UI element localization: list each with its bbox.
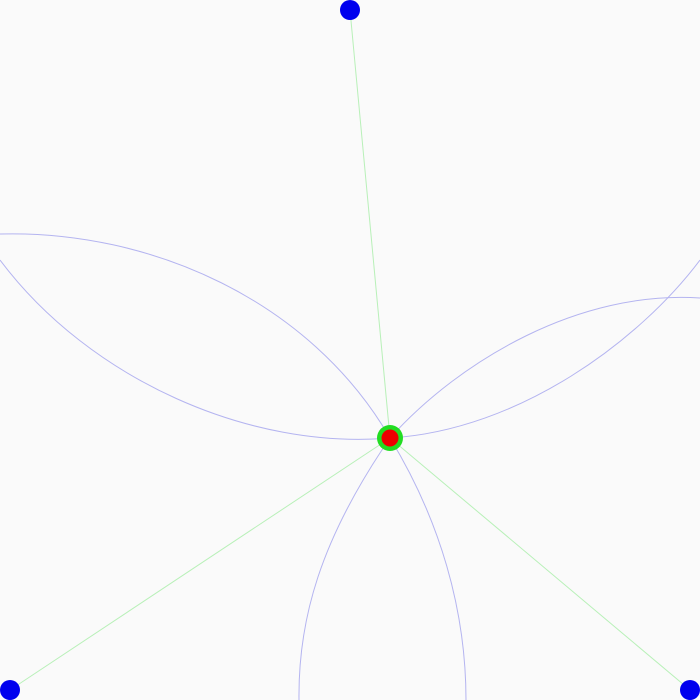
diagram-background: [0, 0, 700, 700]
center-node[interactable]: [377, 425, 403, 451]
diagram-canvas: [0, 0, 700, 700]
anchor-node-bottom-right[interactable]: [680, 680, 700, 700]
anchor-node-top[interactable]: [340, 0, 360, 20]
anchor-node-bottom-left[interactable]: [0, 680, 20, 700]
center-node-core: [381, 429, 399, 447]
